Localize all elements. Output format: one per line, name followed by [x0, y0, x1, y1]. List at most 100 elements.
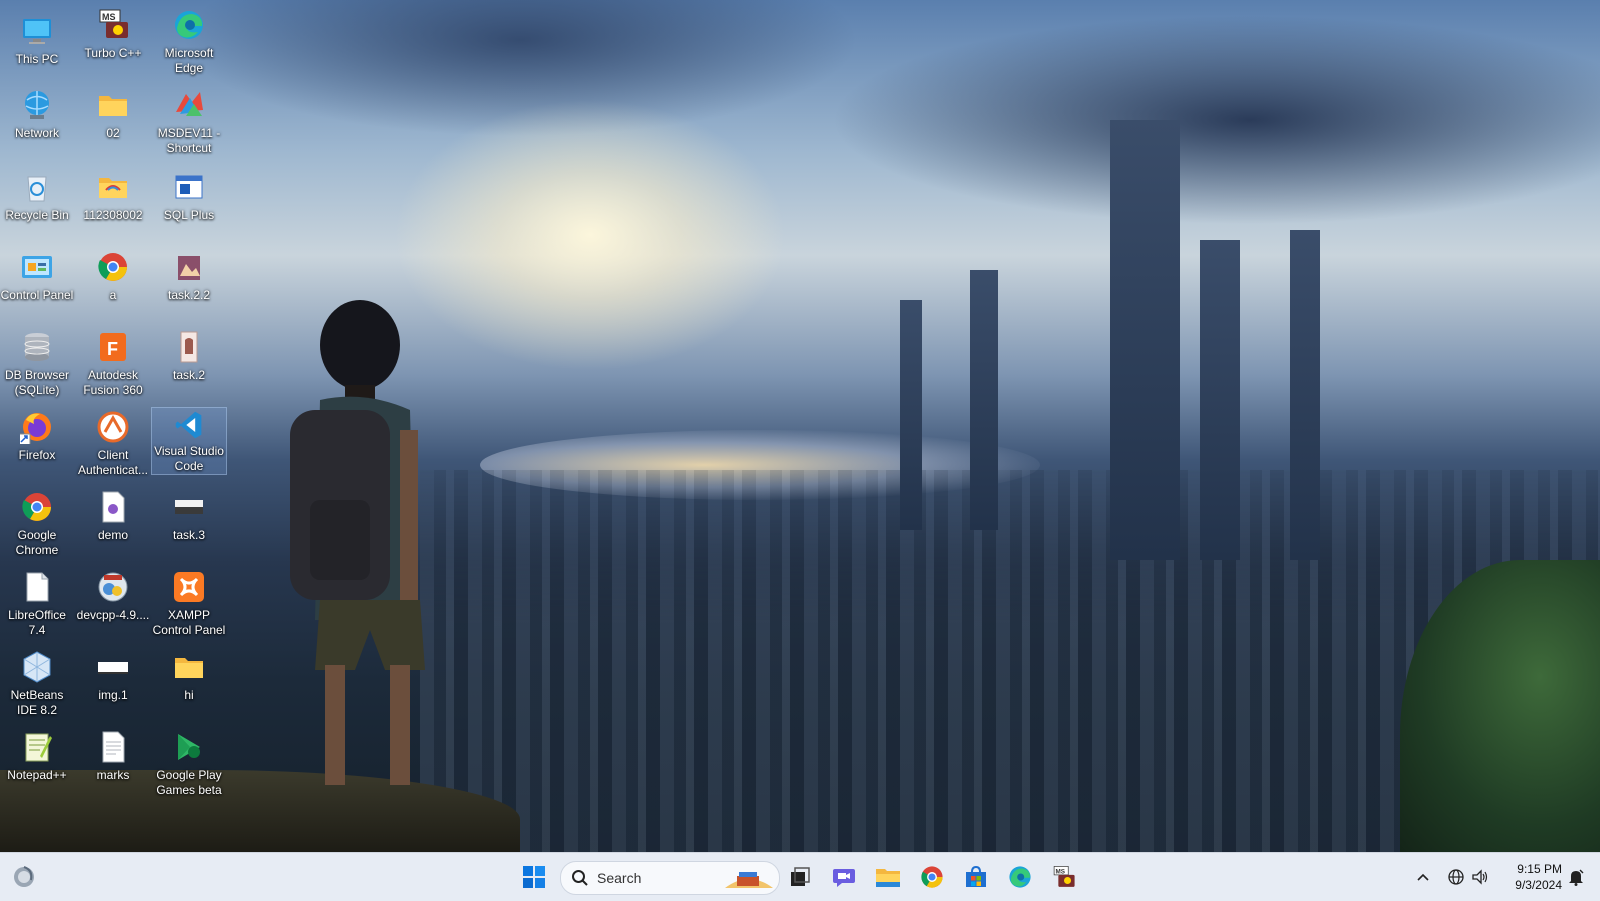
desktop-icon-task-3[interactable]: task.3 — [152, 482, 226, 543]
desktop-icon-netbeans[interactable]: NetBeans IDE 8.2 — [0, 642, 74, 718]
file-explorer-button[interactable] — [870, 859, 906, 895]
folder-icon — [175, 658, 203, 678]
taskbar-search[interactable]: Search — [560, 861, 780, 895]
taskbar-clock[interactable]: 9:15 PM 9/3/2024 — [1500, 861, 1562, 893]
notepadpp-icon — [25, 733, 52, 762]
network-icon — [25, 91, 49, 119]
desktop-icon-vscode[interactable]: Visual Studio Code — [151, 407, 227, 475]
speaker-icon — [1472, 869, 1488, 885]
image-file-icon — [178, 256, 200, 280]
desktop-icon-label: 02 — [106, 126, 120, 140]
chrome-taskbar-button[interactable] — [914, 859, 950, 895]
widgets-icon — [14, 866, 34, 887]
desktop-icon-xampp[interactable]: XAMPP Control Panel — [152, 562, 226, 638]
desktop-icon-demo[interactable]: demo — [76, 482, 150, 543]
turbo-cpp-taskbar-button[interactable]: MS — [1046, 859, 1082, 895]
desktop-icon-fusion-360[interactable]: F Autodesk Fusion 360 — [76, 322, 150, 398]
wallpaper-tower — [970, 270, 998, 530]
desktop-icon-label: DB Browser (SQLite) — [4, 368, 69, 397]
svg-text:MS: MS — [1056, 868, 1066, 875]
clock-time: 9:15 PM — [1517, 862, 1562, 876]
desktop-icon-task-2-2[interactable]: task.2.2 — [152, 242, 226, 303]
libreoffice-icon — [26, 572, 49, 602]
control-panel-icon — [22, 256, 52, 278]
recycle-bin-icon — [27, 176, 47, 202]
desktop-icon-label: Autodesk Fusion 360 — [83, 368, 143, 397]
edge-icon — [175, 11, 203, 39]
fusion-360-icon: F — [100, 333, 126, 361]
desktop-icon-db-browser[interactable]: DB Browser (SQLite) — [0, 322, 74, 398]
desktop-icon-google-chrome[interactable]: Google Chrome — [0, 482, 74, 558]
desktop-icon-devcpp[interactable]: devcpp-4.9.... — [76, 562, 150, 623]
search-icon — [572, 870, 588, 886]
desktop-icon-label: Client Authenticat... — [77, 448, 149, 477]
desktop-icon-microsoft-edge[interactable]: Microsoft Edge — [152, 0, 226, 76]
task-view-button[interactable] — [782, 859, 818, 895]
desktop-icon-label: Visual Studio Code — [154, 444, 224, 473]
desktop-icon-notepadpp[interactable]: Notepad++ — [0, 722, 74, 783]
desktop-icon-folder-hi[interactable]: hi — [152, 642, 226, 703]
db-browser-icon — [24, 333, 50, 361]
widgets-button[interactable] — [6, 859, 42, 895]
desktop-icon-marks[interactable]: marks — [76, 722, 150, 783]
desktop-icon-label: Firefox — [18, 448, 56, 462]
desktop-icon-sql-plus[interactable]: SQL Plus — [152, 162, 226, 223]
desktop-icon-google-play-games[interactable]: Google Play Games beta — [152, 722, 226, 798]
image-file-icon — [98, 662, 128, 674]
meet-button[interactable] — [826, 859, 862, 895]
desktop-icon-label: XAMPP Control Panel — [152, 608, 226, 637]
start-icon — [523, 866, 545, 888]
desktop-icon-task-2[interactable]: task.2 — [152, 322, 226, 383]
wallpaper-tower — [1290, 230, 1320, 560]
desktop-icon-a[interactable]: a — [76, 242, 150, 303]
desktop-icon-label: Google Chrome — [15, 528, 59, 557]
volume-button[interactable] — [1468, 859, 1492, 895]
chevron-up-icon — [1417, 873, 1429, 881]
desktop-icon-label: task.2.2 — [167, 288, 211, 302]
this-pc-icon — [23, 19, 51, 44]
desktop-icon-label: Microsoft Edge — [164, 46, 214, 75]
chrome-icon — [98, 253, 127, 281]
chrome-icon — [22, 493, 51, 521]
desktop-icon-network[interactable]: Network — [0, 80, 74, 141]
desktop-icon-label: img.1 — [98, 688, 128, 702]
image-file-icon — [175, 500, 203, 514]
globe-icon — [1448, 869, 1464, 885]
devcpp-installer-icon — [98, 572, 128, 602]
desktop-icon-recycle-bin[interactable]: Recycle Bin — [0, 162, 74, 223]
svg-text:F: F — [107, 339, 118, 359]
desktop-icon-libreoffice[interactable]: LibreOffice 7.4 — [0, 562, 74, 638]
turbo-cpp-icon: MS — [99, 9, 128, 38]
wallpaper-tower — [1200, 240, 1240, 560]
wallpaper-tower — [1110, 120, 1180, 560]
desktop-icon-turbo-cpp[interactable]: MS Turbo C++ — [76, 0, 150, 61]
desktop-icon-this-pc[interactable]: This PC — [0, 6, 74, 67]
turbo-cpp-icon: MS — [1053, 866, 1075, 887]
clock-date: 9/3/2024 — [1515, 878, 1562, 892]
desktop-icon-label: MSDEV11 - Shortcut — [157, 126, 221, 155]
show-hidden-icons-button[interactable] — [1410, 859, 1436, 895]
desktop-icon-label: Control Panel — [0, 288, 74, 302]
desktop-icon-firefox[interactable]: Firefox — [0, 402, 74, 463]
desktop-icon-label: Network — [14, 126, 59, 140]
folder-icon — [99, 96, 127, 116]
desktop-icon-folder-02[interactable]: 02 — [76, 80, 150, 141]
document-icon — [102, 491, 125, 523]
desktop-icon-label: task.2 — [172, 368, 205, 382]
microsoft-store-button[interactable] — [958, 859, 994, 895]
desktop-icon-control-panel[interactable]: Control Panel — [0, 242, 74, 303]
desktop-icon-label: Google Play Games beta — [156, 768, 222, 797]
notifications-button[interactable] — [1562, 859, 1590, 895]
desktop-icon-img-1[interactable]: img.1 — [76, 642, 150, 703]
vscode-icon — [175, 411, 202, 439]
desktop-icon-label: NetBeans IDE 8.2 — [10, 688, 64, 717]
task-view-icon — [791, 867, 810, 886]
start-button[interactable] — [516, 859, 552, 895]
desktop-icon-msdev11[interactable]: MSDEV11 - Shortcut — [152, 80, 226, 156]
image-file-icon — [180, 331, 198, 363]
desktop-icon-folder-112308002[interactable]: 112308002 — [76, 162, 150, 223]
edge-taskbar-button[interactable] — [1002, 859, 1038, 895]
bell-icon — [1569, 869, 1584, 886]
desktop-icon-client-authenticator[interactable]: Client Authenticat... — [76, 402, 150, 478]
network-status-button[interactable] — [1444, 859, 1468, 895]
